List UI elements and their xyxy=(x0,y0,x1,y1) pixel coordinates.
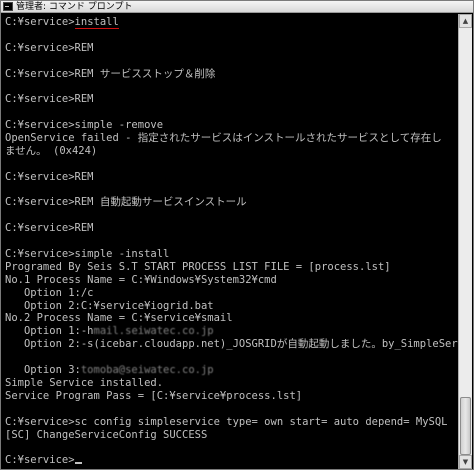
prompt-text: C:¥service> xyxy=(5,454,75,467)
vertical-scrollbar[interactable]: ▲ ▼ xyxy=(458,14,472,469)
command-text: install xyxy=(74,16,119,29)
console-output[interactable]: C:¥service>install C:¥service>REM C:¥servi… xyxy=(3,14,459,469)
output-text: C:¥service>simple -remove xyxy=(5,119,164,132)
output-text: ません。 (0x424) xyxy=(5,144,98,157)
console-line: ません。 (0x424) xyxy=(5,145,459,158)
console-icon xyxy=(3,2,13,11)
console-line: OpenService failed - 指定されたサービスはインストールされた… xyxy=(5,132,459,145)
output-text: C:¥service>REM 自動起動サービスインストール xyxy=(5,196,247,209)
console-line: Option 1:/c xyxy=(5,287,459,300)
output-text: OpenService failed - 指定されたサービスはインストールされた… xyxy=(5,132,442,145)
console-line: Programed By Seis S.T START PROCESS LIST… xyxy=(5,261,459,274)
console-line: C:¥service>REM xyxy=(5,93,459,106)
redacted-value: mail.seiwatec.co.jp xyxy=(93,325,214,338)
console-line: Option 2:C:¥service¥iogrid.bat xyxy=(5,300,459,313)
output-text: Option 1:/c xyxy=(5,286,94,299)
output-text: Simple Service installed. xyxy=(5,376,164,389)
console-line: Option 1:-hmail.seiwatec.co.jp xyxy=(5,325,459,338)
console-line: C:¥service>REM xyxy=(5,171,459,184)
output-text: C:¥service>sc config simpleservice type=… xyxy=(5,415,448,428)
console-line: C:¥service>REM サービスストップ＆削除 xyxy=(5,68,459,81)
console-line: C:¥service> xyxy=(5,454,459,467)
output-text: No.2 Process Name = C:¥service¥smail xyxy=(5,312,233,325)
console-line: Option 3:tomoba@seiwatec.co.jp xyxy=(5,364,459,377)
title-bar[interactable]: 管理者: コマンド プロンプト xyxy=(1,1,473,13)
output-text: C:¥service>REM xyxy=(5,93,94,106)
console-line: Service Program Pass = [C:¥service¥proce… xyxy=(5,390,459,403)
scroll-down-arrow-icon[interactable]: ▼ xyxy=(459,455,472,469)
scroll-thumb[interactable] xyxy=(460,397,471,455)
console-line: Simple Service installed. xyxy=(5,377,459,390)
output-text: C:¥service>simple -install xyxy=(5,248,170,261)
scroll-up-arrow-icon[interactable]: ▲ xyxy=(459,14,472,28)
console-line: C:¥service>install xyxy=(5,16,459,29)
output-text: Service Program Pass = [C:¥service¥proce… xyxy=(5,389,303,402)
text-cursor xyxy=(74,462,82,465)
console-line: C:¥service>REM 自動起動サービスインストール xyxy=(5,196,459,209)
console-line: No.2 Process Name = C:¥service¥smail xyxy=(5,312,459,325)
output-text: C:¥service>REM xyxy=(5,41,94,54)
console-line: C:¥service>REM xyxy=(5,42,459,55)
option-prefix: Option 1:-h xyxy=(5,325,94,338)
console-line: C:¥service>REM xyxy=(5,222,459,235)
console-line: Option 2:-s(icebar.cloudapp.net)_JOSGRID… xyxy=(5,338,459,351)
output-text: C:¥service>REM xyxy=(5,222,94,235)
redacted-value: tomoba@seiwatec.co.jp xyxy=(80,364,214,377)
option-prefix: Option 3: xyxy=(5,364,81,377)
console-line: C:¥service>sc config simpleservice type=… xyxy=(5,416,459,429)
success-message: [SC] ChangeServiceConfig SUCCESS xyxy=(5,428,208,442)
window-title: 管理者: コマンド プロンプト xyxy=(16,1,133,12)
output-text: C:¥service>REM サービスストップ＆削除 xyxy=(5,67,216,80)
console-line: C:¥service>simple -install xyxy=(5,248,459,261)
output-text: Option 2:C:¥service¥iogrid.bat xyxy=(5,299,214,312)
console-line: [SC] ChangeServiceConfig SUCCESS xyxy=(5,428,459,442)
command-prompt-window: 管理者: コマンド プロンプト C:¥service>install C:¥ser… xyxy=(0,0,474,470)
output-text: No.1 Process Name = C:¥Windows¥System32¥… xyxy=(5,273,277,286)
output-text: Option 2:-s(icebar.cloudapp.net)_JOSGRID… xyxy=(5,338,459,351)
console-line: C:¥service>simple -remove xyxy=(5,119,459,132)
output-text: C:¥service>REM xyxy=(5,170,94,183)
prompt-text: C:¥service> xyxy=(5,16,75,28)
output-text: Programed By Seis S.T START PROCESS LIST… xyxy=(5,260,391,273)
console-line: No.1 Process Name = C:¥Windows¥System32¥… xyxy=(5,274,459,287)
